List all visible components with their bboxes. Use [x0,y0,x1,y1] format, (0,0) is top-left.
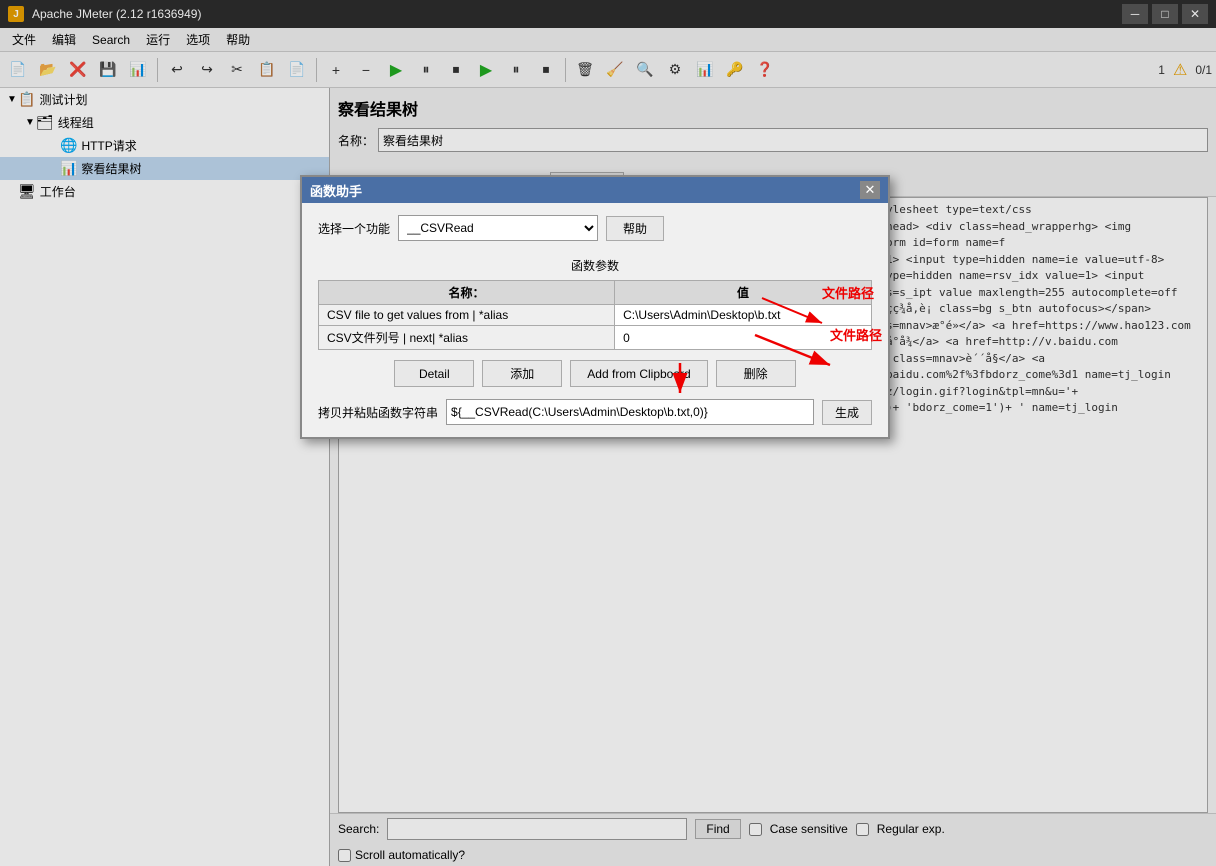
row1-value[interactable] [615,305,872,326]
function-selector-row: 选择一个功能 __CSVRead 帮助 [318,215,872,241]
params-title: 函数参数 [318,257,872,274]
detail-button[interactable]: Detail [394,360,474,387]
func-label: 选择一个功能 [318,220,390,237]
row1-name: CSV file to get values from | *alias [319,305,615,326]
params-table: 名称： 值 CSV file to get values from | *ali… [318,280,872,350]
table-row-1: CSV file to get values from | *alias [319,305,872,326]
col-header-name: 名称： [319,281,615,305]
result-string-input[interactable] [446,399,814,425]
row2-value-input[interactable] [623,331,863,345]
generate-button[interactable]: 生成 [822,400,872,425]
dialog-title-bar: 函数助手 ✕ [302,177,888,203]
add-from-clipboard-button[interactable]: Add from Clipboard [570,360,707,387]
table-row-2: CSV文件列号 | next| *alias [319,326,872,350]
add-button[interactable]: 添加 [482,360,562,387]
row2-name: CSV文件列号 | next| *alias [319,326,615,350]
action-buttons-row: Detail 添加 Add from Clipboard 删除 [318,360,872,387]
row1-value-input[interactable] [623,308,863,322]
result-string-row: 拷贝并粘贴函数字符串 生成 [318,399,872,425]
function-select[interactable]: __CSVRead [398,215,598,241]
row2-value[interactable] [615,326,872,350]
delete-button[interactable]: 删除 [716,360,796,387]
help-button[interactable]: 帮助 [606,216,664,241]
dialog-body: 选择一个功能 __CSVRead 帮助 函数参数 名称： 值 C [302,203,888,437]
function-helper-dialog: 函数助手 ✕ 选择一个功能 __CSVRead 帮助 函数参数 名称： 值 [300,175,890,439]
dialog-title: 函数助手 [310,181,362,200]
dialog-overlay: 函数助手 ✕ 选择一个功能 __CSVRead 帮助 函数参数 名称： 值 [0,0,1216,866]
result-string-label: 拷贝并粘贴函数字符串 [318,404,438,421]
dialog-close-button[interactable]: ✕ [860,181,880,199]
col-header-value: 值 [615,281,872,305]
